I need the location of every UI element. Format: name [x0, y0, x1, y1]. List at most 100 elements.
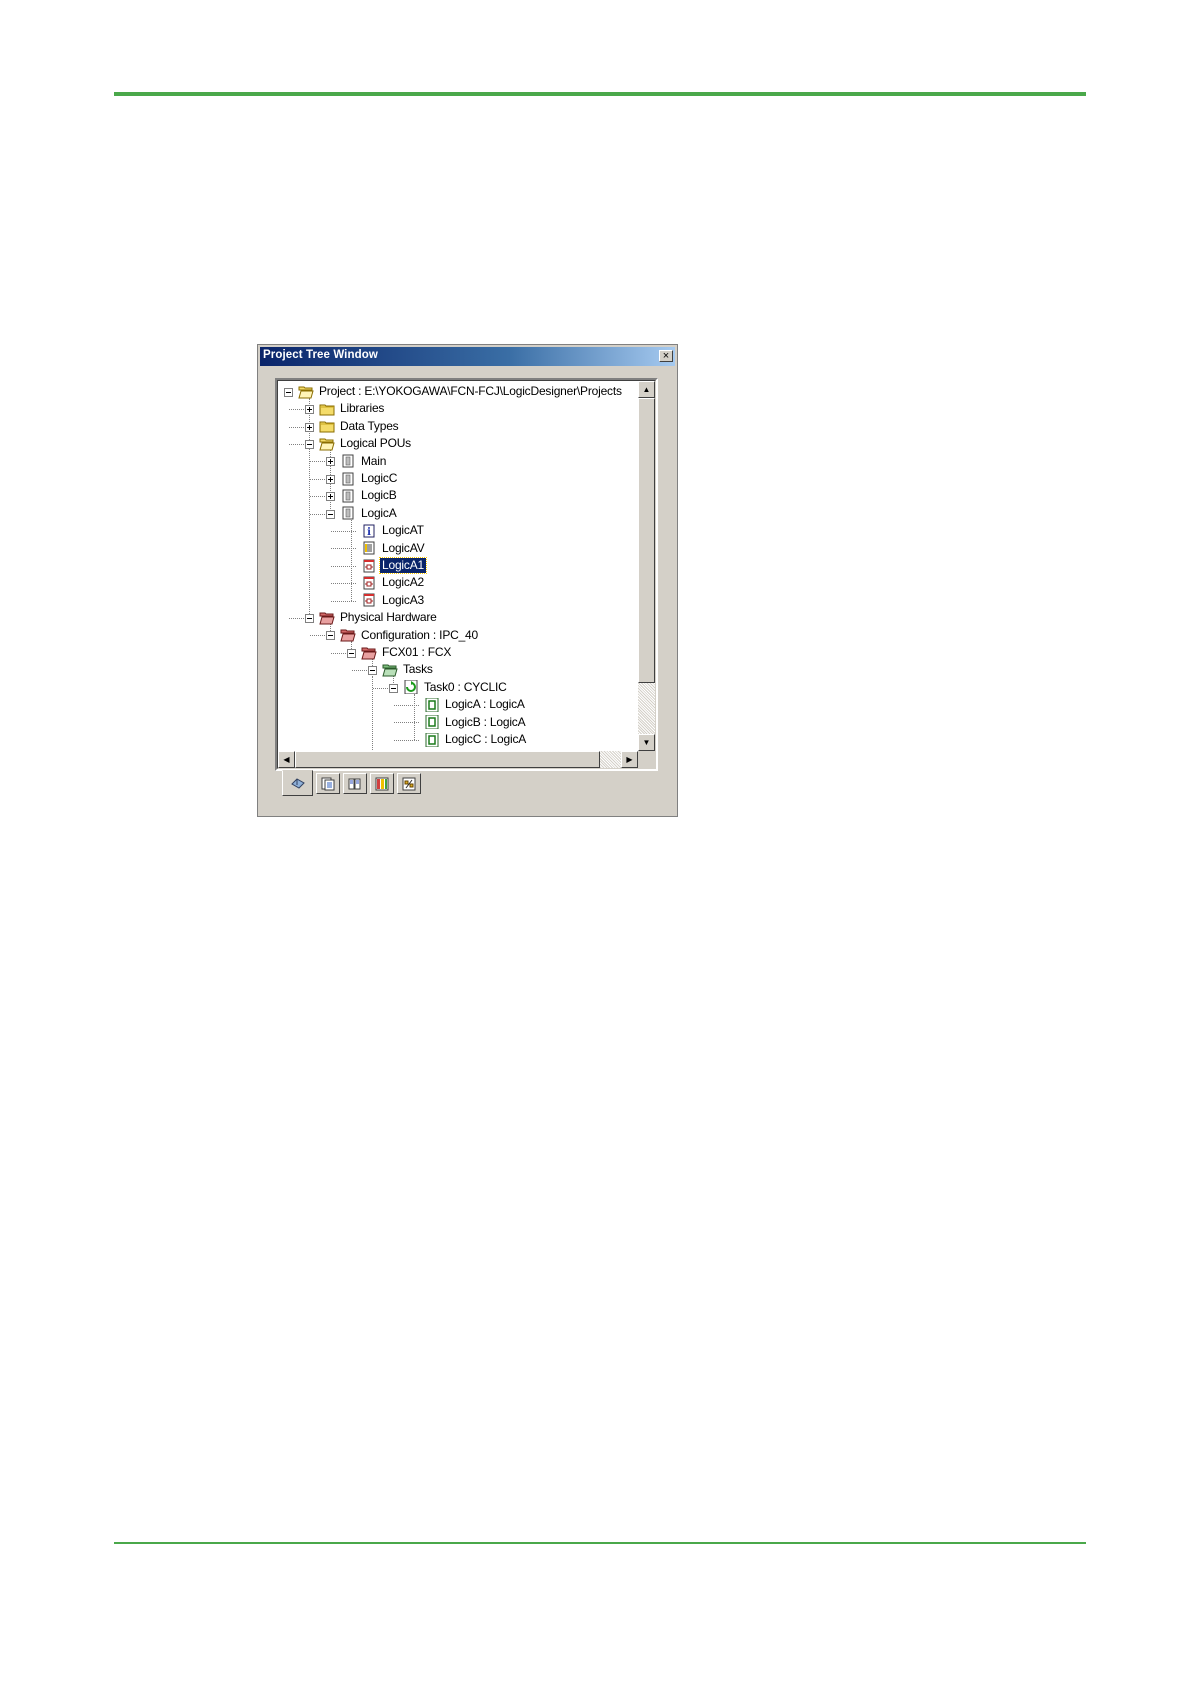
project-tree-window: Project Tree Window × Project : E:\YOKOG…	[257, 344, 678, 817]
collapse-icon[interactable]	[326, 509, 335, 519]
scroll-down-button[interactable]: ▼	[638, 734, 655, 751]
tree-view[interactable]: Project : E:\YOKOGAWA\FCN-FCJ\LogicDesig…	[278, 381, 638, 751]
folder-open-icon	[319, 437, 335, 451]
collapse-icon[interactable]	[305, 613, 314, 623]
project-tree-icon	[290, 776, 306, 790]
collapse-icon[interactable]	[305, 439, 314, 449]
tree-connector-line	[414, 693, 415, 740]
tree-item-label: LogicA : LogicA	[445, 697, 525, 712]
tree-item-label: LogicA3	[382, 592, 424, 607]
tree-item[interactable]: Task0 : CYCLIC	[403, 679, 509, 696]
tree-connector-line	[331, 565, 356, 567]
tree-item-label: Libraries	[340, 401, 385, 416]
expand-icon[interactable]	[305, 405, 314, 415]
pou-icon	[340, 472, 356, 486]
horizontal-scroll-thumb[interactable]	[295, 751, 600, 768]
tree-item-label: LogicC : LogicA	[445, 732, 527, 746]
tree-connector-line	[331, 530, 356, 532]
pou-icon	[340, 489, 356, 503]
tree-item-label: Task0 : CYCLIC	[424, 679, 507, 694]
collapse-icon[interactable]	[326, 631, 335, 641]
variables-icon	[361, 541, 377, 555]
tree-item-label: Project : E:\YOKOGAWA\FCN-FCJ\LogicDesig…	[319, 384, 622, 398]
tree-item-label: Tasks	[403, 662, 433, 677]
tree-item[interactable]: i LogicAT	[361, 522, 426, 539]
worksheet-icon	[361, 559, 377, 573]
program-instance-icon	[424, 697, 440, 713]
vertical-scroll-thumb[interactable]	[638, 398, 655, 683]
tree-item-label: LogicA1	[379, 557, 427, 574]
tree-tabs	[282, 770, 424, 799]
folder-open-icon	[298, 385, 314, 399]
expand-icon[interactable]	[326, 474, 335, 484]
tree-item[interactable]: Data Types	[319, 418, 400, 435]
tree-item-label: LogicC	[361, 471, 398, 485]
close-button[interactable]: ×	[659, 350, 673, 362]
collapse-icon[interactable]	[368, 666, 377, 676]
tree-item[interactable]: Configuration : IPC_40	[340, 627, 480, 644]
tree-item-label: LogicAV	[382, 540, 425, 555]
tab-libraries[interactable]	[316, 773, 340, 794]
tree-item-label: LogicA2	[382, 575, 424, 590]
svg-text:i: i	[367, 527, 371, 538]
tree-item[interactable]: LogicA1	[361, 557, 427, 574]
hardware-folder-icon	[361, 646, 377, 660]
book-icon	[347, 777, 363, 791]
tree-item[interactable]: Physical Hardware	[319, 609, 439, 626]
tree-item[interactable]: FCX01 : FCX	[361, 644, 453, 661]
scrollbar-corner	[638, 751, 655, 768]
worksheet-icon	[361, 593, 377, 607]
vertical-scrollbar[interactable]: ▲ ▼	[638, 381, 655, 751]
tab-instance-tree[interactable]	[370, 773, 394, 794]
tree-item-label: Main	[361, 453, 387, 468]
hardware-folder-icon	[340, 628, 356, 642]
program-instance-icon	[424, 732, 440, 747]
horizontal-scrollbar[interactable]: ◀ ▶	[278, 751, 638, 768]
tree-item[interactable]: LogicA : LogicA	[424, 696, 527, 713]
scroll-right-button[interactable]: ▶	[621, 751, 638, 768]
program-instance-icon	[424, 714, 440, 730]
tree-item[interactable]: LogicC	[340, 470, 399, 487]
collapse-icon[interactable]	[347, 648, 356, 658]
tree-item[interactable]: LogicA3	[361, 592, 426, 609]
tree-connector-line	[394, 739, 419, 741]
tree-item-label: Configuration : IPC_40	[361, 627, 479, 642]
tab-help[interactable]	[343, 773, 367, 794]
tree-item[interactable]: Tasks	[382, 661, 435, 678]
tree-item[interactable]: LogicA2	[361, 574, 426, 591]
tree-item-label: LogicB : LogicA	[445, 714, 526, 729]
tree-item[interactable]: LogicB : LogicA	[424, 714, 527, 731]
scroll-up-button[interactable]: ▲	[638, 381, 655, 398]
info-icon: i	[361, 524, 377, 538]
expand-icon[interactable]	[326, 492, 335, 502]
tree-item-label: LogicB	[361, 488, 397, 503]
tree-item[interactable]: LogicC : LogicA	[424, 731, 528, 748]
tree-item-label: Data Types	[340, 418, 399, 433]
tree-item-label: FCX01 : FCX	[382, 645, 452, 659]
tree-connector-line	[331, 548, 356, 550]
tab-resources[interactable]	[397, 773, 421, 794]
tree-item[interactable]: Main	[340, 453, 388, 470]
tree-connector-line	[331, 583, 356, 585]
scroll-left-button[interactable]: ◀	[278, 751, 295, 768]
expand-icon[interactable]	[326, 457, 335, 467]
tree-connector-line	[394, 722, 419, 724]
tree-item[interactable]: LogicB	[340, 487, 399, 504]
cyclic-task-icon	[403, 679, 419, 695]
tree-item[interactable]: Libraries	[319, 400, 386, 417]
pou-icon	[340, 506, 356, 520]
tree-item[interactable]: LogicAV	[361, 540, 426, 557]
tree-item[interactable]: LogicA	[340, 505, 399, 522]
tree-item[interactable]: Logical POUs	[319, 435, 413, 452]
pou-icon	[340, 454, 356, 468]
title-bar[interactable]: Project Tree Window ×	[260, 347, 675, 366]
instance-icon	[374, 777, 390, 791]
tab-project-tree[interactable]	[282, 770, 313, 796]
expand-icon[interactable]	[305, 422, 314, 432]
collapse-icon[interactable]	[284, 387, 293, 397]
tree-item[interactable]: Project : E:\YOKOGAWA\FCN-FCJ\LogicDesig…	[298, 383, 624, 400]
hardware-folder-icon	[319, 611, 335, 625]
collapse-icon[interactable]	[389, 683, 398, 693]
tree-frame: Project : E:\YOKOGAWA\FCN-FCJ\LogicDesig…	[275, 378, 658, 771]
header-rule	[114, 92, 1086, 96]
